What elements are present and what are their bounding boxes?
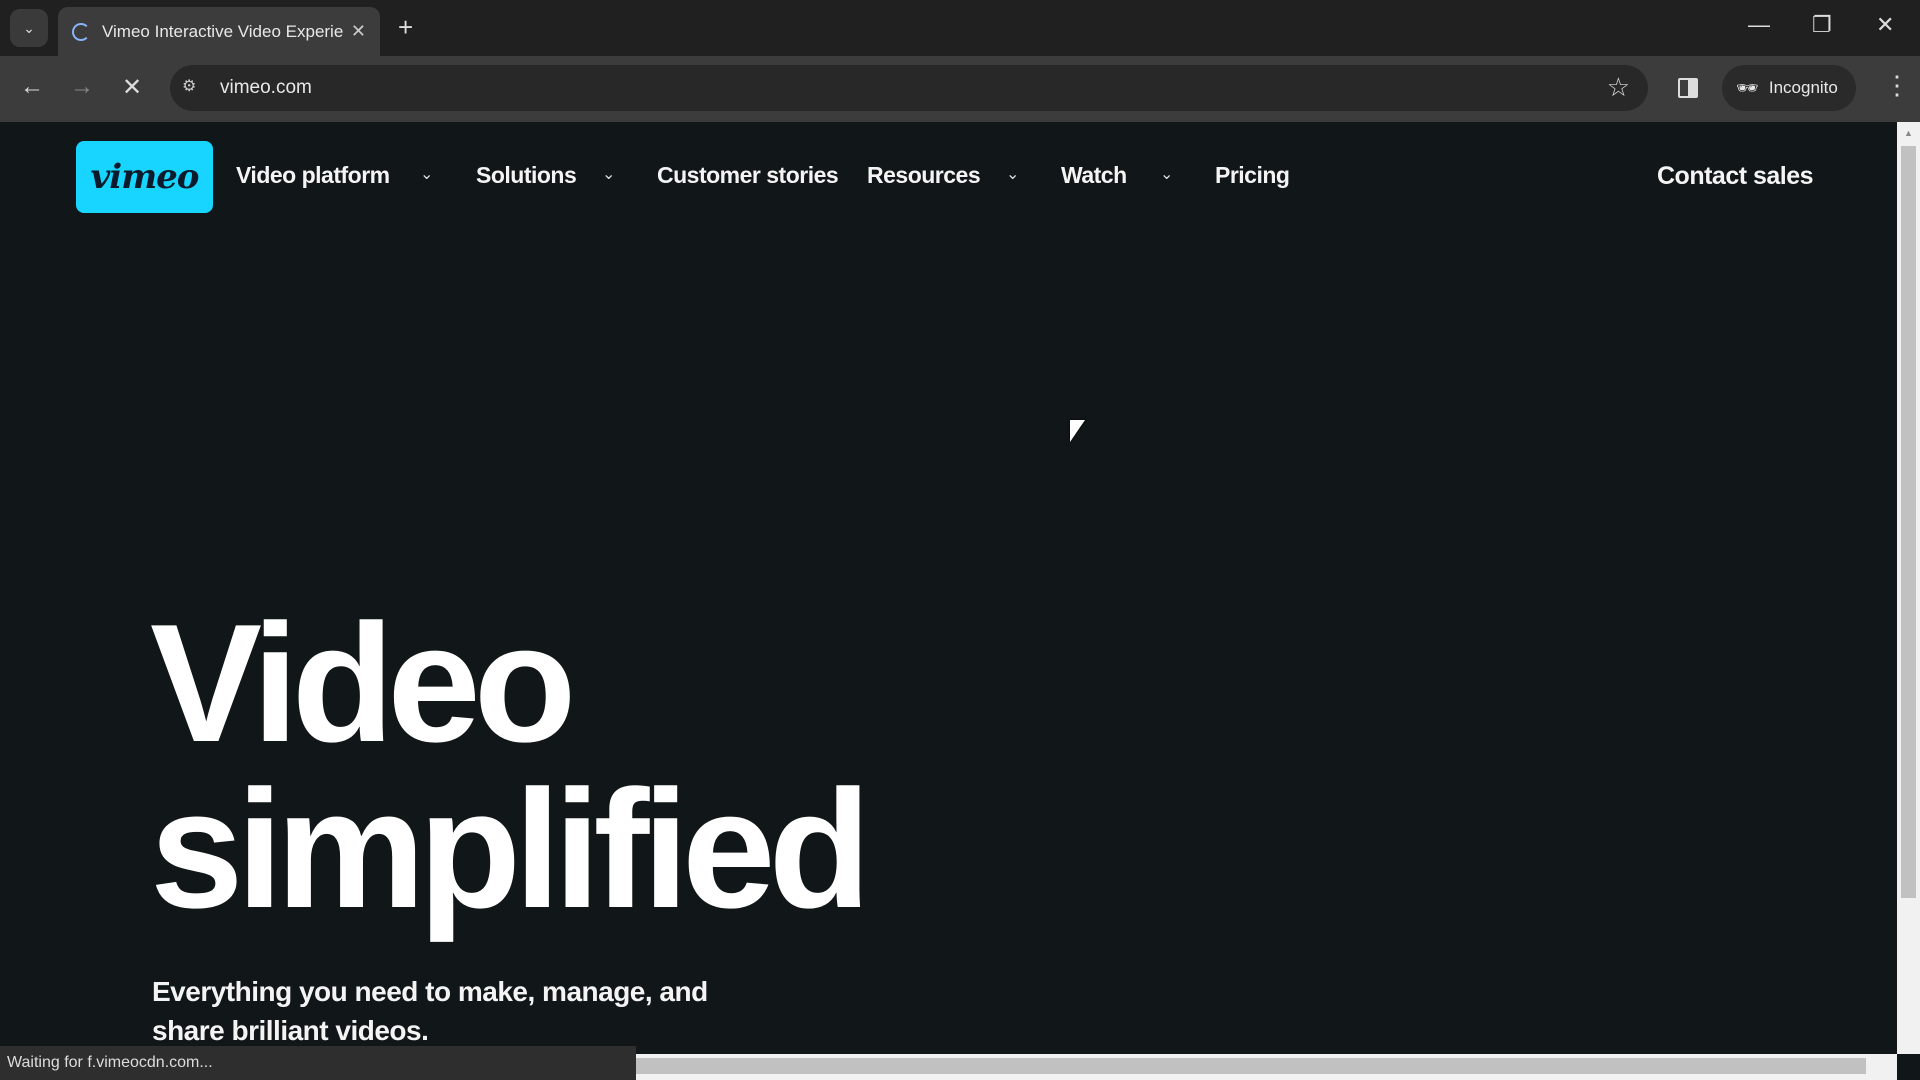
tab-title: Vimeo Interactive Video Experie bbox=[102, 21, 343, 41]
nav-watch[interactable]: Watch bbox=[1061, 162, 1127, 189]
hero-line-2: simplified bbox=[150, 755, 871, 943]
hero-subtitle: Everything you need to make, manage, and… bbox=[152, 976, 708, 1046]
vimeo-page: vimeo Video platform ⌄ Solutions ⌄ Custo… bbox=[0, 122, 1897, 1080]
scrollbar-thumb[interactable] bbox=[1901, 146, 1916, 898]
nav-resources[interactable]: Resources bbox=[867, 162, 981, 189]
minimize-button[interactable]: — bbox=[1748, 12, 1770, 38]
stop-loading-button[interactable]: ✕ bbox=[122, 73, 142, 102]
chevron-down-icon[interactable]: ⌄ bbox=[1006, 164, 1019, 184]
loading-icon bbox=[72, 22, 90, 41]
mouse-cursor-icon bbox=[1070, 420, 1085, 442]
chevron-down-icon: ⌄ bbox=[23, 19, 35, 36]
incognito-label: Incognito bbox=[1768, 78, 1838, 97]
nav-video-platform[interactable]: Video platform bbox=[236, 162, 390, 189]
chevron-down-icon[interactable]: ⌄ bbox=[1160, 164, 1173, 184]
close-window-button[interactable]: ✕ bbox=[1876, 12, 1894, 38]
chevron-down-icon[interactable]: ⌄ bbox=[602, 164, 615, 184]
site-info-icon[interactable]: ⚙ bbox=[182, 76, 206, 100]
back-button[interactable]: ← bbox=[20, 73, 44, 101]
address-bar[interactable]: ⚙ vimeo.com ☆ bbox=[170, 65, 1648, 111]
incognito-badge[interactable]: 🕶 Incognito bbox=[1722, 65, 1856, 111]
restore-button[interactable]: ❐ bbox=[1812, 12, 1832, 38]
browser-tab[interactable]: Vimeo Interactive Video Experie ✕ bbox=[58, 7, 380, 56]
contact-sales-link[interactable]: Contact sales bbox=[1657, 162, 1814, 191]
vimeo-logo[interactable]: vimeo bbox=[76, 141, 213, 213]
tab-strip: ⌄ Vimeo Interactive Video Experie ✕ + — … bbox=[0, 0, 1920, 56]
hero-line-1: Video bbox=[150, 589, 576, 777]
browser-menu-icon[interactable]: ⋮ bbox=[1884, 70, 1910, 101]
status-bar: Waiting for f.vimeocdn.com... bbox=[0, 1046, 636, 1080]
nav-customer-stories[interactable]: Customer stories bbox=[657, 162, 839, 189]
browser-toolbar: ← → ✕ ⚙ vimeo.com ☆ 🕶 Incognito ⋮ bbox=[0, 56, 1920, 122]
close-tab-icon[interactable]: ✕ bbox=[351, 21, 366, 42]
nav-solutions[interactable]: Solutions bbox=[476, 162, 577, 189]
nav-pricing[interactable]: Pricing bbox=[1215, 162, 1290, 189]
hero-heading: Video simplified bbox=[150, 589, 871, 943]
scroll-up-icon[interactable]: ▲ bbox=[1904, 128, 1913, 138]
horizontal-scrollbar[interactable] bbox=[636, 1054, 1897, 1080]
new-tab-button[interactable]: + bbox=[398, 12, 413, 43]
vertical-scrollbar[interactable]: ▲ bbox=[1897, 122, 1920, 1054]
side-panel-icon[interactable] bbox=[1678, 78, 1698, 98]
incognito-icon: 🕶 bbox=[1736, 77, 1759, 98]
chevron-down-icon[interactable]: ⌄ bbox=[420, 164, 433, 184]
forward-button[interactable]: → bbox=[70, 73, 94, 101]
bookmark-star-icon[interactable]: ☆ bbox=[1607, 72, 1630, 103]
tab-search-button[interactable]: ⌄ bbox=[10, 9, 48, 47]
scrollbar-thumb[interactable] bbox=[636, 1058, 1866, 1074]
url-text[interactable]: vimeo.com bbox=[220, 77, 312, 99]
